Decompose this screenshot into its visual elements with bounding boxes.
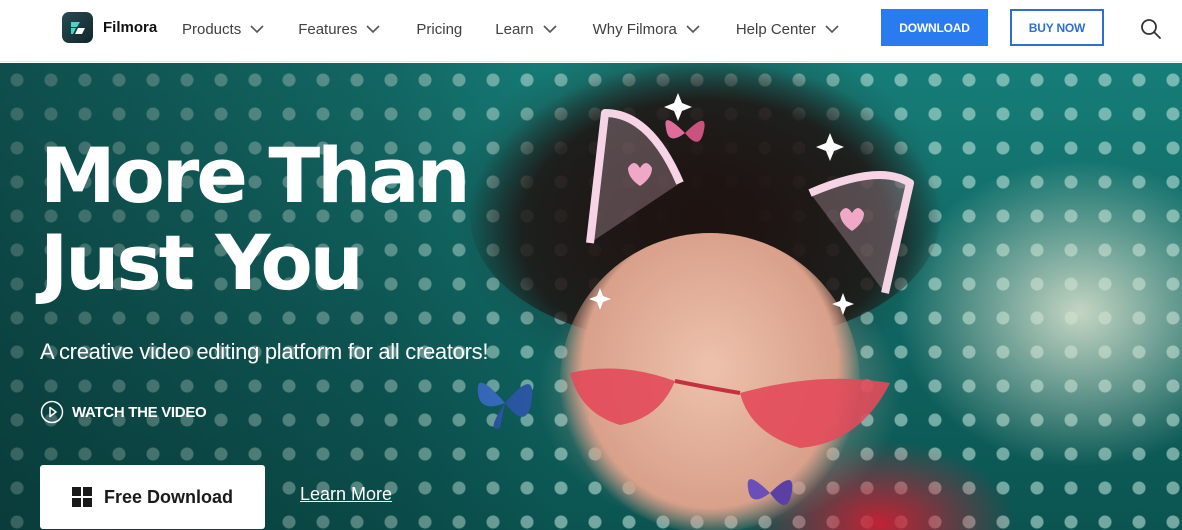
nav-item-label: Features — [298, 20, 358, 38]
play-circle-icon — [40, 400, 64, 424]
hero-title-line-2: Just You — [40, 218, 364, 307]
learn-more-link[interactable]: Learn More — [300, 484, 392, 505]
butterfly-pink-icon — [665, 120, 705, 142]
filmora-logo[interactable]: Filmora — [62, 12, 157, 43]
nav-item-label: Help Center — [735, 20, 816, 38]
buy-now-button[interactable]: BUY NOW — [1010, 9, 1104, 46]
main-menu: Products Features Pricing Learn Why Film… — [182, 0, 839, 58]
red-glasses-effect — [570, 368, 890, 448]
nav-item-help-center[interactable]: Help Center — [736, 21, 839, 38]
nav-item-learn[interactable]: Learn — [495, 20, 557, 38]
chevron-down-icon — [825, 25, 839, 33]
watch-video-label: WATCH THE VIDEO — [72, 403, 207, 421]
nav-item-why-filmora[interactable]: Why Filmora — [593, 21, 700, 38]
cat-ear-effect — [586, 93, 914, 315]
hero-subtitle: A creative video editing platform for al… — [40, 339, 489, 364]
nav-item-products[interactable]: Products — [182, 21, 264, 38]
free-download-label: Free Download — [103, 486, 233, 507]
chevron-down-icon — [366, 25, 380, 33]
nav-item-pricing[interactable]: Pricing — [416, 21, 462, 38]
search-icon[interactable] — [1140, 18, 1162, 40]
chevron-down-icon — [686, 25, 700, 33]
chevron-down-icon — [250, 25, 264, 33]
hero-title-line-1: More Than — [40, 131, 471, 220]
windows-icon — [71, 487, 92, 507]
hero-banner: More Than Just You A creative video edit… — [0, 63, 1182, 530]
hero-title: More Than Just You — [40, 132, 560, 306]
brand-name: Filmora — [103, 19, 158, 36]
butterfly-purple-icon — [747, 479, 793, 506]
top-navigation: Filmora Products Features Pricing Learn … — [0, 0, 1182, 62]
nav-item-features[interactable]: Features — [298, 21, 380, 38]
nav-item-label: Pricing — [416, 20, 463, 38]
filmora-logo-icon — [62, 12, 93, 43]
watch-video-link[interactable]: WATCH THE VIDEO — [40, 400, 207, 424]
nav-item-label: Learn — [495, 20, 534, 38]
chevron-down-icon — [543, 25, 557, 33]
download-button[interactable]: DOWNLOAD — [881, 9, 988, 46]
free-download-button[interactable]: Free Download — [40, 465, 265, 529]
nav-item-label: Why Filmora — [592, 20, 677, 38]
nav-item-label: Products — [182, 20, 242, 38]
